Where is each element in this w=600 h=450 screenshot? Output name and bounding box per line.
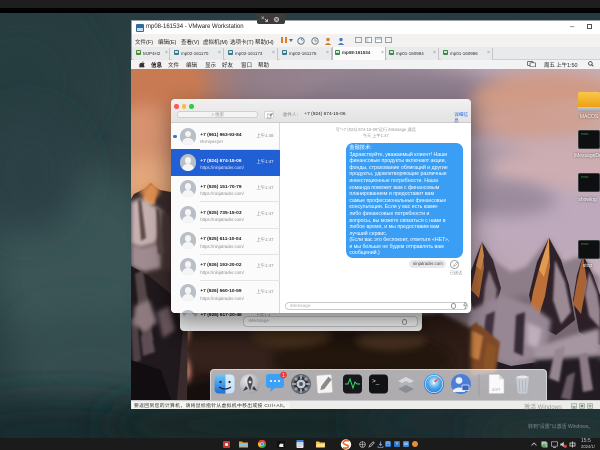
svg-text:>_: >_ (372, 378, 380, 385)
svg-text:SCPT: SCPT (492, 388, 501, 392)
svg-text:1: 1 (282, 373, 285, 379)
